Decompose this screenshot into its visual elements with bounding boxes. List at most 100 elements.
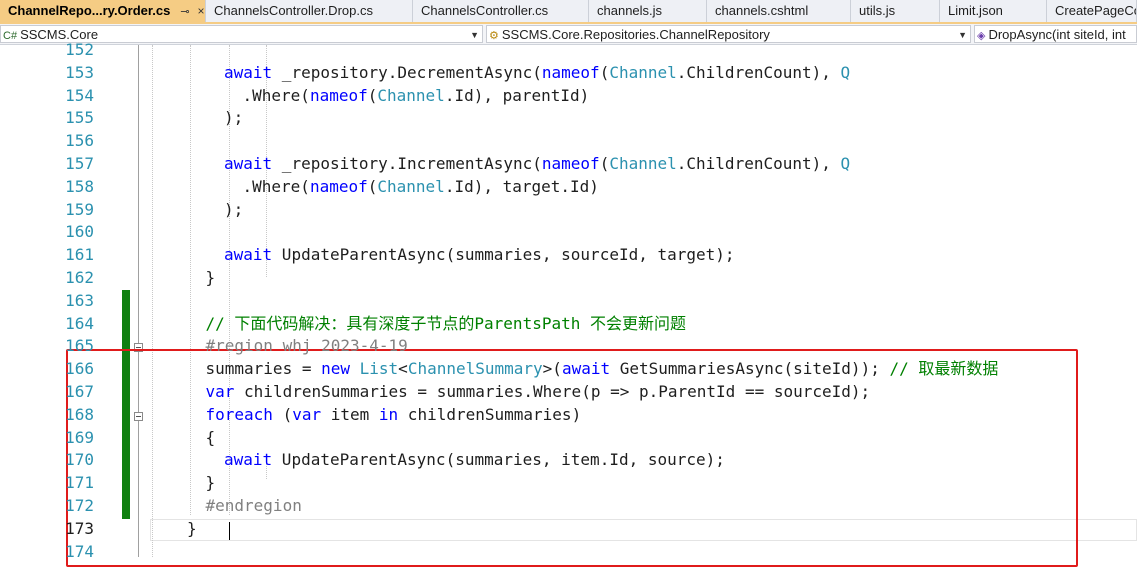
code-token: List [359, 359, 399, 379]
code-token: // 下面代码解决：具有深度子节点的ParentsPath 不会更新问题 [205, 313, 687, 333]
line-number: 173 [65, 518, 94, 538]
tab-4[interactable]: channels.js [589, 0, 707, 22]
code-token: Channel [609, 62, 677, 82]
tab-1[interactable]: ChannelRepo...ry.Order.cs ⊸ × [0, 0, 206, 22]
code-line: var childrenSummaries = summaries.Where(… [206, 381, 871, 404]
code-token: _repository.IncrementAsync( [272, 154, 542, 173]
line-number: 161 [65, 245, 94, 265]
line-number: 159 [65, 199, 94, 219]
tab-label: ChannelsController.cs [421, 3, 549, 18]
code-line: ); [224, 107, 243, 130]
code-token: nameof [541, 154, 600, 173]
line-number: 157 [65, 154, 94, 173]
class-icon: ⚙ [489, 30, 499, 42]
code-token: < [398, 359, 408, 379]
code-token: Channel [609, 154, 677, 173]
code-token: summaries = [205, 359, 322, 379]
chevron-down-icon: ▼ [470, 30, 479, 40]
line-number: 163 [65, 290, 94, 310]
code-token: var [292, 404, 322, 424]
line-number: 164 [65, 313, 94, 333]
line-number: 168 [65, 404, 94, 424]
tab-7[interactable]: Limit.json [940, 0, 1047, 22]
line-number: 169 [65, 427, 94, 447]
tab-5[interactable]: channels.cshtml [707, 0, 851, 22]
code-token: ChannelSummary [407, 359, 543, 379]
code-token: { [205, 427, 216, 447]
code-line: { [206, 427, 216, 450]
member-dropdown[interactable]: ◈ DropAsync(int siteId, int [974, 25, 1137, 43]
line-number: 154 [65, 85, 94, 105]
line-number: 155 [65, 108, 94, 128]
code-token: ( [599, 154, 610, 173]
code-token: .Id), parentId) [444, 85, 590, 105]
code-token: .Where( [242, 85, 310, 105]
line-number: 170 [65, 450, 94, 470]
code-token: await [224, 62, 273, 82]
code-token: } [205, 268, 216, 287]
code-token: childrenSummaries) [398, 404, 582, 424]
close-icon[interactable]: × [198, 4, 205, 18]
code-token: await [224, 245, 273, 265]
tab-3[interactable]: ChannelsController.cs [413, 0, 589, 22]
pin-icon[interactable]: ⊸ [180, 6, 189, 18]
code-token: nameof [541, 62, 600, 82]
tab-2[interactable]: ChannelsController.Drop.cs [206, 0, 413, 22]
code-line: await UpdateParentAsync(summaries, item.… [224, 449, 725, 472]
code-token: // 取最新数据 [889, 359, 999, 379]
code-token: UpdateParentAsync(summaries, item.Id, so… [272, 450, 725, 470]
code-token: .Id), target.Id) [444, 176, 599, 196]
code-token: await [224, 450, 273, 470]
member-name: DropAsync(int siteId, int [988, 27, 1126, 42]
line-number: 174 [65, 541, 94, 561]
method-icon: ◈ [977, 30, 986, 42]
tab-label: CreatePageCo [1055, 3, 1137, 18]
code-token: #endregion [205, 496, 302, 515]
line-number: 153 [65, 62, 94, 82]
code-token: ( [599, 62, 610, 82]
code-editor[interactable]: 152 153 await _repository.DecrementAsync(n… [0, 40, 1137, 567]
type-dropdown[interactable]: ⚙ SSCMS.Core.Repositories.ChannelReposito… [486, 25, 971, 43]
code-token: ); [224, 199, 244, 219]
code-token: Q [840, 154, 851, 173]
code-token: .Where( [242, 176, 310, 196]
line-number: 162 [65, 268, 94, 287]
tab-6[interactable]: utils.js [851, 0, 940, 22]
code-token: foreach [205, 404, 273, 424]
code-token: ( [272, 404, 293, 424]
line-number: 166 [65, 359, 94, 379]
code-line: } [206, 472, 216, 495]
code-token: in [378, 404, 399, 424]
code-line: .Where(nameof(Channel.Id), target.Id) [243, 176, 599, 199]
code-line: #region whj 2023-4-19 [206, 335, 408, 358]
code-token: } [187, 518, 197, 538]
code-token: childrenSummaries = summaries.Where(p =>… [234, 382, 871, 401]
code-line: foreach (var item in childrenSummaries) [206, 404, 582, 427]
tab-label: utils.js [859, 3, 896, 18]
tab-label: channels.cshtml [715, 3, 809, 18]
line-number: 167 [65, 382, 94, 401]
code-token: ( [367, 176, 378, 196]
tab-8[interactable]: CreatePageCo [1047, 0, 1137, 22]
line-number: 172 [65, 496, 94, 515]
code-token: new [321, 359, 350, 379]
line-number: 156 [65, 131, 94, 151]
code-token: #region whj 2023-4-19 [205, 336, 408, 356]
code-line: } [206, 267, 216, 290]
code-token: ); [224, 108, 244, 128]
code-line: await _repository.DecrementAsync(nameof(… [224, 62, 850, 85]
code-token: var [205, 382, 235, 401]
code-token: item [321, 404, 379, 424]
code-token: await [224, 154, 273, 173]
line-number: 165 [65, 336, 94, 356]
tab-label: ChannelsController.Drop.cs [214, 3, 373, 18]
code-token: UpdateParentAsync(summaries, sourceId, t… [272, 245, 735, 265]
navigation-bar: C# SSCMS.Core ▼ ⚙ SSCMS.Core.Repositories.… [0, 24, 1137, 45]
tab-label: Limit.json [948, 3, 1003, 18]
code-line: summaries = new List<ChannelSummary>(awa… [206, 358, 999, 381]
code-token: .ChildrenCount), [676, 154, 841, 173]
code-token: Channel [377, 176, 445, 196]
code-token: >( [542, 359, 562, 379]
line-number: 152 [65, 40, 94, 59]
chevron-down-icon: ▼ [958, 30, 967, 40]
